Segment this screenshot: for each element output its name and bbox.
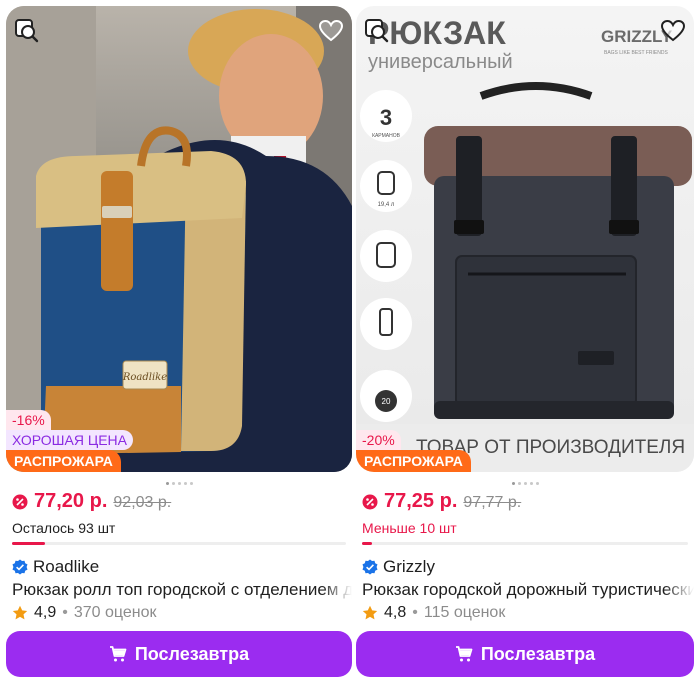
pager-dot [511,482,515,485]
old-price: 97,77 р. [463,494,522,511]
pager-dot [165,482,169,485]
verified-icon [12,559,28,575]
image-brand-tagline: BAGS LIKE BEST FRIENDS [604,50,668,56]
product-title[interactable]: Рюкзак ролл топ городской с отделением д… [12,580,352,600]
stock-bar-fill [12,542,46,545]
pager-dot [183,482,187,485]
pager-dot [523,482,527,485]
review-count: 370 оценок [73,604,157,621]
feature-pockets: 3 [380,105,392,130]
discount-icon [362,494,378,509]
discount-icon [12,494,28,509]
badges: -20% РАСПРОЖАРА [356,430,471,472]
product-image[interactable]: РЮКЗАК универсальный GRIZZLY BAGS LIKE B… [356,6,694,472]
rating-value: 4,9 [34,604,57,621]
delivery-cart-button-label: Послезавтра [480,643,596,664]
separator-dot: • [62,604,68,621]
stock-text: Осталось 93 шт [12,520,116,536]
sale-badge: РАСПРОЖАРА [356,450,471,472]
heart-icon[interactable] [660,18,686,44]
sale-badge: РАСПРОЖАРА [6,450,121,472]
product-card[interactable]: РЮКЗАК универсальный GRIZZLY BAGS LIKE B… [356,6,694,682]
current-price: 77,20 р. [34,490,108,512]
feature-pockets-label: КАРМАНОВ [372,133,401,139]
price-row: 77,25 р. 97,77 р. [362,490,521,513]
price-row: 77,20 р. 92,03 р. [12,490,171,513]
pager-dot [535,482,539,485]
rating-row: 4,8 • 115 оценок [362,604,505,622]
pager-dot [177,482,181,485]
cart-icon [455,646,473,662]
review-count: 115 оценок [423,604,506,621]
rating-row: 4,9 • 370 оценок [12,604,157,622]
stock-text: Меньше 10 шт [362,520,457,536]
image-search-icon[interactable] [364,18,390,44]
image-pager [6,482,352,485]
delivery-cart-button[interactable]: Послезавтра [356,631,694,677]
pager-dot [171,482,175,485]
discount-badge: -20% [356,430,401,450]
stock-bar [12,542,346,545]
image-search-icon[interactable] [14,18,40,44]
pager-dot [189,482,193,485]
feature-volume: 19,4 л [378,202,395,208]
old-price: 92,03 р. [113,494,172,511]
product-card[interactable]: Roadlike -16% ХОРОШАЯ ЦЕНА РАСПРОЖАРА 77… [6,6,352,682]
star-icon [362,605,378,620]
discount-badge: -16% [6,410,51,430]
heart-icon[interactable] [318,18,344,44]
delivery-cart-button[interactable]: Послезавтра [6,631,352,677]
pager-dot [517,482,521,485]
image-subheading: универсальный [368,51,513,73]
product-photo: РЮКЗАК универсальный GRIZZLY BAGS LIKE B… [356,15,694,472]
product-title[interactable]: Рюкзак городской дорожный туристический [362,580,694,600]
separator-dot: • [412,604,418,621]
verified-icon [362,559,378,575]
image-pager [356,482,694,485]
rating-value: 4,8 [384,604,407,621]
stock-bar-fill [362,542,372,545]
stock-bar [362,542,688,545]
good-price-badge: ХОРОШАЯ ЦЕНА [6,430,133,450]
seller-name: Grizzly [383,557,435,576]
star-icon [12,605,28,620]
bag-label-text: Roadlike [122,372,167,383]
pager-dot [529,482,533,485]
product-photo: Roadlike [6,6,352,472]
badges: -16% ХОРОШАЯ ЦЕНА РАСПРОЖАРА [6,410,133,472]
seller-row[interactable]: Grizzly [362,557,435,577]
product-image[interactable]: Roadlike -16% ХОРОШАЯ ЦЕНА РАСПРОЖАРА [6,6,352,472]
current-price: 77,25 р. [384,490,458,512]
feature-weight: 20 [382,397,391,406]
cart-icon [109,646,127,662]
delivery-cart-button-label: Послезавтра [134,643,250,664]
seller-name: Roadlike [33,557,100,576]
seller-row[interactable]: Roadlike [12,557,99,577]
